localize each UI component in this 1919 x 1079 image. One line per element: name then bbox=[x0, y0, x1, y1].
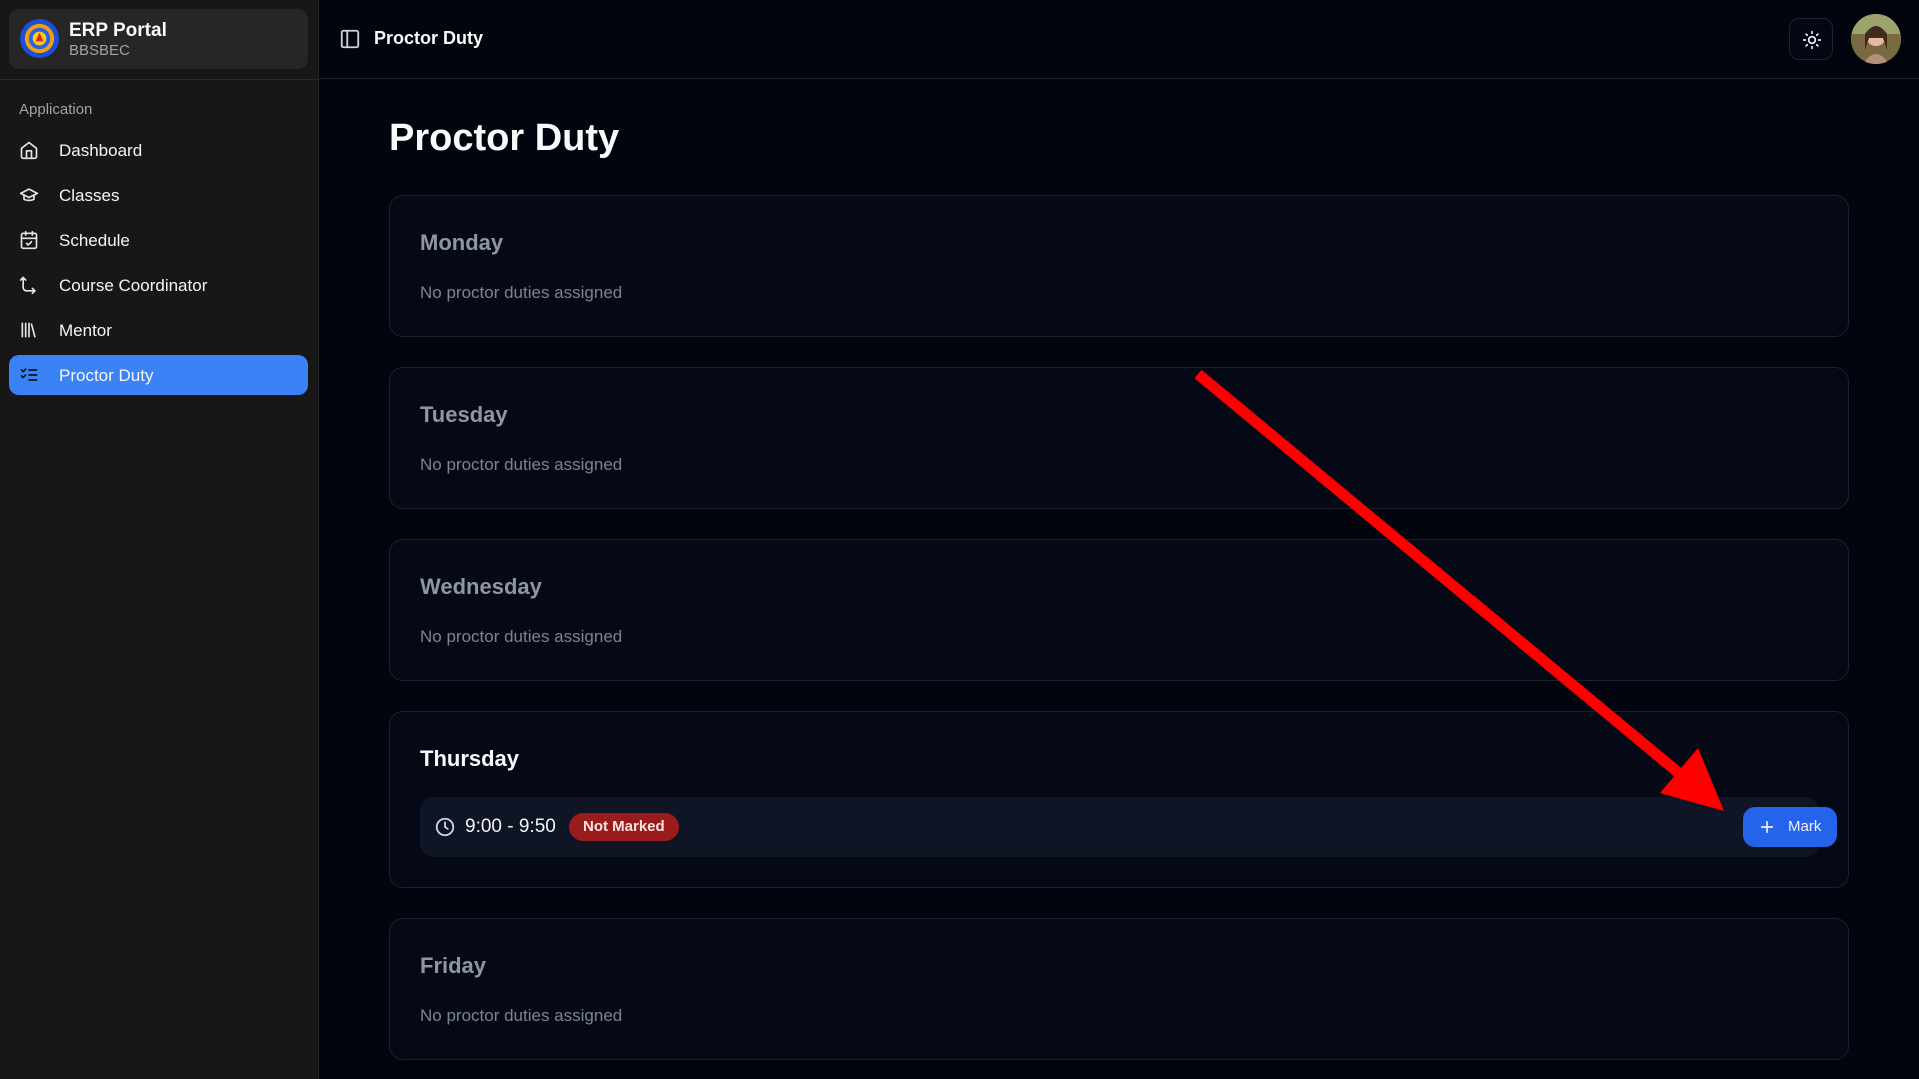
status-badge: Not Marked bbox=[569, 813, 679, 841]
day-heading: Tuesday bbox=[420, 402, 508, 427]
sidebar-divider bbox=[0, 79, 319, 80]
app-root: ERP Portal BBSBEC Application Dashboard … bbox=[0, 0, 1919, 1079]
day-heading: Wednesday bbox=[420, 574, 542, 599]
sidebar: ERP Portal BBSBEC Application Dashboard … bbox=[0, 0, 319, 1079]
day-card-tuesday: Tuesday No proctor duties assigned bbox=[389, 367, 1849, 509]
sidebar-item-label: Classes bbox=[59, 186, 120, 205]
sidebar-item-label: Proctor Duty bbox=[59, 366, 154, 385]
day-card-wednesday: Wednesday No proctor duties assigned bbox=[389, 539, 1849, 681]
library-icon bbox=[21, 322, 36, 338]
graduation-cap-icon bbox=[19, 188, 39, 202]
sidebar-item-mentor[interactable]: Mentor bbox=[9, 310, 308, 350]
sidebar-toggle-icon[interactable] bbox=[339, 28, 361, 50]
empty-state-text: No proctor duties assigned bbox=[420, 627, 623, 646]
clock-icon bbox=[435, 817, 455, 837]
sidebar-item-label: Course Coordinator bbox=[59, 276, 208, 295]
top-header: Proctor Duty bbox=[319, 0, 1919, 79]
brand-switcher[interactable]: ERP Portal BBSBEC bbox=[9, 9, 308, 69]
mark-button-label: Mark bbox=[1788, 818, 1822, 835]
page-title: Proctor Duty bbox=[389, 117, 620, 159]
sidebar-item-proctor-duty[interactable]: Proctor Duty bbox=[9, 355, 308, 395]
route-icon bbox=[19, 276, 36, 295]
empty-state-text: No proctor duties assigned bbox=[420, 1006, 623, 1025]
brand-title: ERP Portal bbox=[69, 20, 167, 41]
sidebar-item-classes[interactable]: Classes bbox=[9, 175, 308, 215]
sun-icon bbox=[1802, 30, 1822, 50]
plus-icon bbox=[1760, 820, 1774, 834]
avatar-image bbox=[1851, 14, 1901, 64]
home-icon bbox=[20, 141, 38, 160]
user-avatar[interactable] bbox=[1851, 14, 1901, 64]
day-heading: Friday bbox=[420, 953, 487, 978]
day-card-friday: Friday No proctor duties assigned bbox=[389, 918, 1849, 1060]
empty-state-text: No proctor duties assigned bbox=[420, 283, 623, 302]
sidebar-item-label: Mentor bbox=[59, 321, 112, 340]
day-heading: Monday bbox=[420, 230, 504, 255]
calendar-check-icon bbox=[20, 230, 38, 250]
sidebar-item-schedule[interactable]: Schedule bbox=[9, 220, 308, 260]
duty-time: 9:00 - 9:50 bbox=[465, 816, 556, 837]
day-card-thursday: Thursday 9:00 - 9:50 Not Marked Mark bbox=[389, 711, 1849, 888]
list-checks-icon bbox=[20, 368, 38, 381]
sidebar-item-course-coordinator[interactable]: Course Coordinator bbox=[9, 265, 308, 305]
sidebar-item-dashboard[interactable]: Dashboard bbox=[9, 130, 308, 170]
day-heading: Thursday bbox=[420, 746, 520, 771]
header-title: Proctor Duty bbox=[374, 28, 484, 48]
brand-subtitle: BBSBEC bbox=[69, 42, 130, 59]
duty-row: 9:00 - 9:50 Not Marked Mark bbox=[420, 797, 1837, 857]
college-logo-icon bbox=[19, 18, 60, 59]
sidebar-item-label: Schedule bbox=[59, 231, 130, 250]
sidebar-group-label: Application bbox=[19, 101, 93, 118]
mark-attendance-button[interactable]: Mark bbox=[1743, 807, 1837, 847]
theme-toggle-button[interactable] bbox=[1789, 18, 1833, 60]
day-card-monday: Monday No proctor duties assigned bbox=[389, 195, 1849, 337]
empty-state-text: No proctor duties assigned bbox=[420, 455, 623, 474]
sidebar-item-label: Dashboard bbox=[59, 141, 143, 160]
